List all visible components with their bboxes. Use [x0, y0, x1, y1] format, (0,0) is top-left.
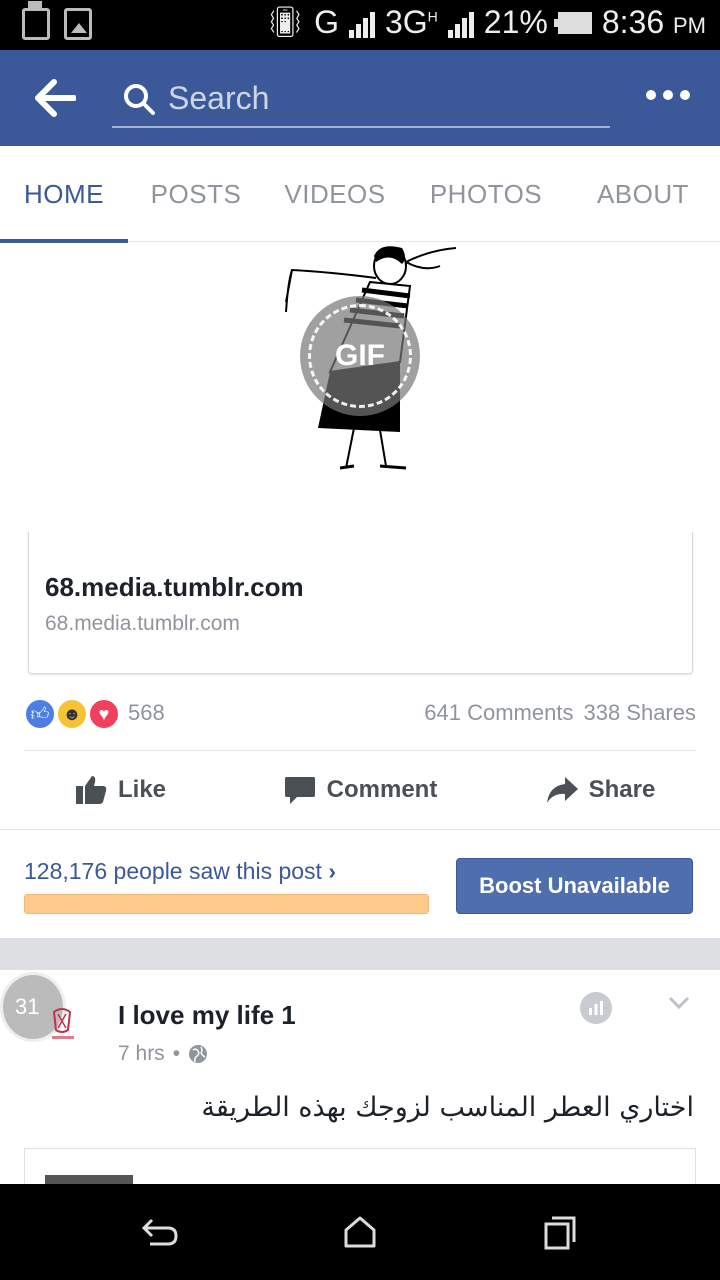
tab-home[interactable]: HOME — [0, 146, 128, 243]
back-icon[interactable] — [140, 1214, 180, 1250]
reaction-count: 568 — [128, 700, 165, 725]
comment-button[interactable]: Comment — [240, 752, 480, 828]
reach-progress-bar — [24, 894, 429, 914]
chevron-down-icon[interactable] — [668, 996, 690, 1010]
post-attachment[interactable] — [24, 1148, 696, 1189]
share-button[interactable]: Share — [480, 752, 720, 828]
status-indicators: 📳︎ G 3GH 21% 8:36 PM — [266, 4, 706, 41]
like-reaction-icon: 👍︎ — [24, 698, 56, 730]
globe-icon — [189, 1045, 208, 1063]
network-type-g: G — [314, 4, 339, 40]
search-icon — [124, 84, 155, 115]
engagement-counts: 641 Comments 338 Shares — [424, 700, 696, 726]
share-label: Share — [588, 776, 656, 803]
battery-icon — [553, 11, 592, 34]
link-domain: 68.media.tumblr.com — [45, 612, 240, 635]
post-author[interactable]: I love my life 1 — [118, 1000, 296, 1031]
system-nav-bar — [0, 1184, 720, 1280]
post-timestamp: 7 hrs • — [118, 1042, 208, 1066]
reach-progress-fill — [25, 895, 428, 913]
sd-card-icon — [22, 1, 50, 40]
post-actions: Like Comment Share — [0, 752, 720, 828]
page-logo-icon — [52, 1008, 74, 1039]
divider — [24, 750, 696, 751]
home-icon[interactable] — [340, 1214, 380, 1250]
chevron-right-icon: › — [328, 858, 336, 884]
tab-videos[interactable]: VIDEOS — [264, 146, 406, 242]
recent-apps-icon[interactable] — [540, 1214, 580, 1250]
search-input[interactable] — [168, 78, 588, 118]
image-notification-icon — [64, 8, 92, 40]
comment-label: Comment — [326, 776, 438, 803]
feed-separator — [0, 938, 720, 970]
gif-play-badge[interactable]: GIF — [300, 296, 420, 416]
haha-reaction-icon: ☻ — [56, 698, 88, 730]
reach-link[interactable]: 128,176 people saw this post › — [24, 858, 336, 885]
comment-icon — [284, 777, 315, 804]
signal-icon-2 — [447, 8, 474, 38]
tab-photos[interactable]: PHOTOS — [406, 146, 566, 242]
app-bar — [0, 50, 720, 146]
vibrate-icon: 📳︎ — [265, 6, 305, 39]
tab-posts[interactable]: POSTS — [128, 146, 264, 242]
love-reaction-icon: ♥ — [88, 698, 120, 730]
clock: 8:36 PM — [601, 4, 706, 40]
gif-attachment[interactable]: GIF — [0, 242, 720, 532]
boost-button[interactable]: Boost Unavailable — [456, 858, 693, 914]
post-text: اختاري العطر المناسب لزوجك بهذه الطريقة — [201, 1092, 694, 1123]
back-arrow-icon[interactable] — [34, 78, 76, 118]
share-arrow-icon — [546, 777, 578, 803]
network-type-3g: 3GH — [384, 4, 438, 40]
like-label: Like — [117, 776, 167, 803]
post-insights: 128,176 people saw this post › Boost Una… — [0, 830, 720, 938]
link-title: 68.media.tumblr.com — [45, 572, 304, 602]
comments-count[interactable]: 641 Comments — [424, 700, 573, 726]
search-bar[interactable] — [112, 72, 610, 128]
link-preview-card[interactable]: 68.media.tumblr.com 68.media.tumblr.com — [28, 532, 693, 674]
notification-icons — [22, 1, 92, 40]
thumbs-up-icon — [75, 776, 107, 804]
status-bar: 📳︎ G 3GH 21% 8:36 PM — [0, 0, 720, 50]
tab-about[interactable]: ABOUT — [566, 146, 720, 242]
reactions-summary[interactable]: 👍︎ ☻ ♥ 568 641 Comments 338 Shares — [24, 692, 696, 736]
signal-icon-1 — [348, 8, 375, 38]
shares-count[interactable]: 338 Shares — [583, 700, 696, 726]
more-options-icon[interactable] — [646, 90, 690, 100]
feed-post: 31 I love my life 1 7 hrs • اختاري العطر… — [0, 970, 720, 1189]
page-tabs: HOME POSTS VIDEOS PHOTOS ABOUT — [0, 146, 720, 243]
insights-icon[interactable] — [580, 992, 612, 1024]
like-button[interactable]: Like — [0, 752, 240, 828]
reaction-icons: 👍︎ ☻ ♥ — [24, 698, 124, 730]
battery-percent: 21% — [483, 4, 548, 40]
